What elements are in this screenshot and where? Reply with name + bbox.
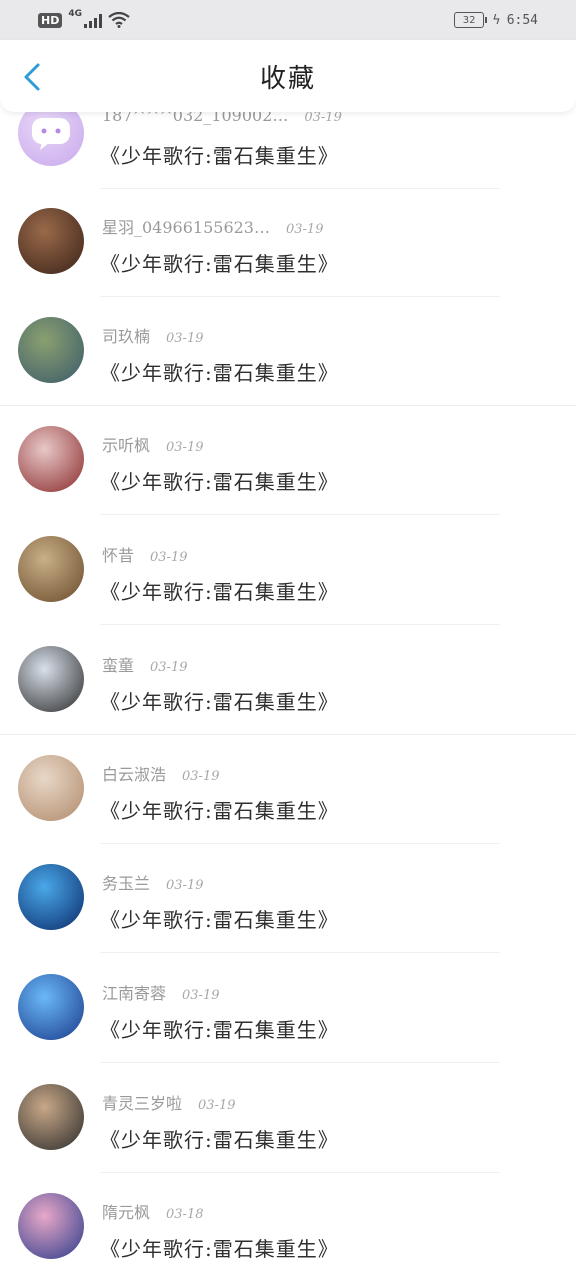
- list-item[interactable]: 司玖楠 03-19 《少年歌行:雷石集重生》: [0, 219, 576, 406]
- page-title: 收藏: [259, 63, 316, 94]
- username: 隋元枫: [102, 1203, 151, 1222]
- list-item[interactable]: 江南寄蓉 03-19 《少年歌行:雷石集重生》: [0, 876, 576, 1063]
- list-item[interactable]: 怀昔 03-19 《少年歌行:雷石集重生》: [0, 438, 576, 625]
- list-item[interactable]: 青灵三岁啦 03-19 《少年歌行:雷石集重生》: [0, 986, 576, 1173]
- nav-bar: 收藏: [0, 40, 576, 112]
- list-item[interactable]: 示听枫 03-19 《少年歌行:雷石集重生》: [0, 328, 576, 515]
- list-item[interactable]: 白云淑浩 03-19 《少年歌行:雷石集重生》: [0, 657, 576, 844]
- item-meta: 隋元枫 03-18: [102, 1199, 204, 1223]
- list-item[interactable]: 隋元枫 03-18 《少年歌行:雷石集重生》: [0, 1095, 576, 1261]
- list-item[interactable]: 务玉兰 03-19 《少年歌行:雷石集重生》: [0, 766, 576, 953]
- chevron-left-icon: [24, 63, 40, 91]
- list-item[interactable]: 蛮童 03-19 《少年歌行:雷石集重生》: [0, 548, 576, 735]
- date: 03-18: [166, 1207, 204, 1222]
- avatar[interactable]: [18, 1193, 84, 1259]
- work-title[interactable]: 《少年歌行:雷石集重生》: [100, 1233, 339, 1262]
- list-item[interactable]: 星羽_04966155623… 03-19 《少年歌行:雷石集重生》: [0, 110, 576, 297]
- back-button[interactable]: [20, 62, 48, 92]
